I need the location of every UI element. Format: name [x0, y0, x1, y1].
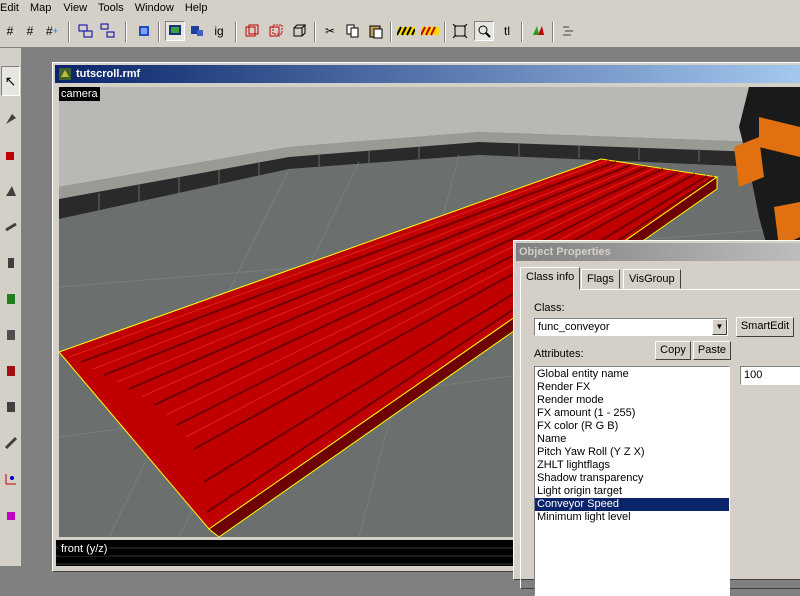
list-item[interactable]: Name	[535, 433, 729, 446]
map-document-icon	[59, 68, 71, 80]
list-item-selected[interactable]: Conveyor Speed	[535, 498, 729, 511]
list-item[interactable]: Shadow transparency	[535, 472, 729, 485]
smartedit-button[interactable]: SmartEdit	[736, 317, 794, 337]
tab-visgroup[interactable]: VisGroup	[623, 269, 681, 289]
camera-view-label: camera	[59, 87, 100, 101]
toggle-decal-icon[interactable]	[420, 21, 440, 41]
grid-icon[interactable]: #	[0, 21, 20, 41]
tool-palette: ↖	[0, 48, 22, 566]
class-dropdown[interactable]: func_conveyor ▼	[534, 318, 728, 336]
front-grid	[56, 547, 513, 565]
paste-button[interactable]: Paste	[693, 341, 731, 360]
copy-button[interactable]: Copy	[655, 341, 691, 360]
menu-edit[interactable]: Edit	[0, 0, 30, 16]
attribute-value-field[interactable]: 100	[740, 366, 800, 385]
menu-window[interactable]: Window	[135, 0, 185, 16]
list-item[interactable]: FX amount (1 - 255)	[535, 407, 729, 420]
cordon-tool-icon[interactable]	[1, 464, 20, 494]
brush-tool-icon[interactable]	[1, 212, 20, 242]
menu-view[interactable]: View	[63, 0, 98, 16]
list-item[interactable]: Render mode	[535, 394, 729, 407]
list-item[interactable]: Minimum light level	[535, 511, 729, 524]
front-view-label: front (y/z)	[59, 542, 110, 556]
texture-tool-icon[interactable]	[1, 248, 20, 278]
menu-bar: Edit Map View Tools Window Help	[0, 0, 800, 16]
vertex-tool-icon[interactable]	[1, 392, 20, 422]
list-item[interactable]: Global entity name	[535, 368, 729, 381]
menu-help[interactable]: Help	[185, 0, 214, 16]
list-item[interactable]: Light origin target	[535, 485, 729, 498]
texture-app-icon[interactable]: tl	[497, 21, 517, 41]
decal-tool-icon[interactable]	[1, 320, 20, 350]
apply-texture-icon[interactable]	[1, 284, 20, 314]
tab-flags[interactable]: Flags	[581, 269, 620, 289]
entity-tool-icon[interactable]	[1, 176, 20, 206]
attributes-label: Attributes:	[534, 348, 584, 360]
chevron-down-icon[interactable]: ▼	[712, 319, 727, 335]
grid-smaller-icon[interactable]: #	[20, 21, 40, 41]
toggle-texture-icon[interactable]	[396, 21, 416, 41]
class-label: Class:	[534, 302, 565, 314]
object-properties-dialog: Object Properties Class info Flags VisGr…	[513, 240, 800, 596]
class-value: func_conveyor	[538, 321, 610, 333]
paste-icon[interactable]	[366, 21, 386, 41]
ignore-groups-icon[interactable]: ig	[209, 21, 229, 41]
pointer-tool-icon[interactable]: ↖	[1, 66, 20, 96]
texture-lock-icon[interactable]	[134, 21, 154, 41]
document-titlebar[interactable]: tutscroll.rmf	[55, 65, 800, 83]
menu-map[interactable]: Map	[30, 0, 63, 16]
hide-icon[interactable]	[187, 21, 207, 41]
cut-icon[interactable]: ✂	[320, 21, 340, 41]
list-item[interactable]: ZHLT lightflags	[535, 459, 729, 472]
clip-tool-icon[interactable]	[1, 356, 20, 386]
toolbar: # # # + ig ✂ tl	[0, 16, 800, 48]
cube-icon[interactable]	[290, 21, 310, 41]
carve-icon[interactable]	[242, 21, 262, 41]
list-item[interactable]: Render FX	[535, 381, 729, 394]
hollow-icon[interactable]	[266, 21, 286, 41]
texture-app-label: tl	[504, 24, 510, 38]
overlay-tool-icon[interactable]	[1, 500, 20, 530]
magnify-tool-icon[interactable]	[1, 104, 20, 134]
front-viewport[interactable]	[56, 540, 513, 566]
path-tool-icon[interactable]	[1, 428, 20, 458]
dialog-title[interactable]: Object Properties	[516, 243, 800, 261]
group-icon[interactable]	[76, 21, 96, 41]
camera-tool-icon[interactable]	[1, 140, 20, 170]
grid-larger-icon[interactable]: # +	[42, 21, 62, 41]
zoom-icon[interactable]	[474, 21, 494, 41]
ungroup-icon[interactable]	[98, 21, 118, 41]
copy-icon[interactable]	[343, 21, 363, 41]
menu-tools[interactable]: Tools	[98, 0, 135, 16]
box-select-icon[interactable]	[450, 21, 470, 41]
entity-report-icon[interactable]	[559, 21, 579, 41]
document-title: tutscroll.rmf	[76, 68, 141, 80]
run-map-icon[interactable]	[528, 21, 548, 41]
attributes-list[interactable]: Global entity name Render FX Render mode…	[534, 366, 730, 596]
selection-icon[interactable]	[165, 21, 185, 41]
tab-class-info[interactable]: Class info	[520, 267, 581, 290]
list-item[interactable]: Pitch Yaw Roll (Y Z X)	[535, 446, 729, 459]
list-item[interactable]: FX color (R G B)	[535, 420, 729, 433]
ignore-groups-label: ig	[214, 24, 224, 38]
